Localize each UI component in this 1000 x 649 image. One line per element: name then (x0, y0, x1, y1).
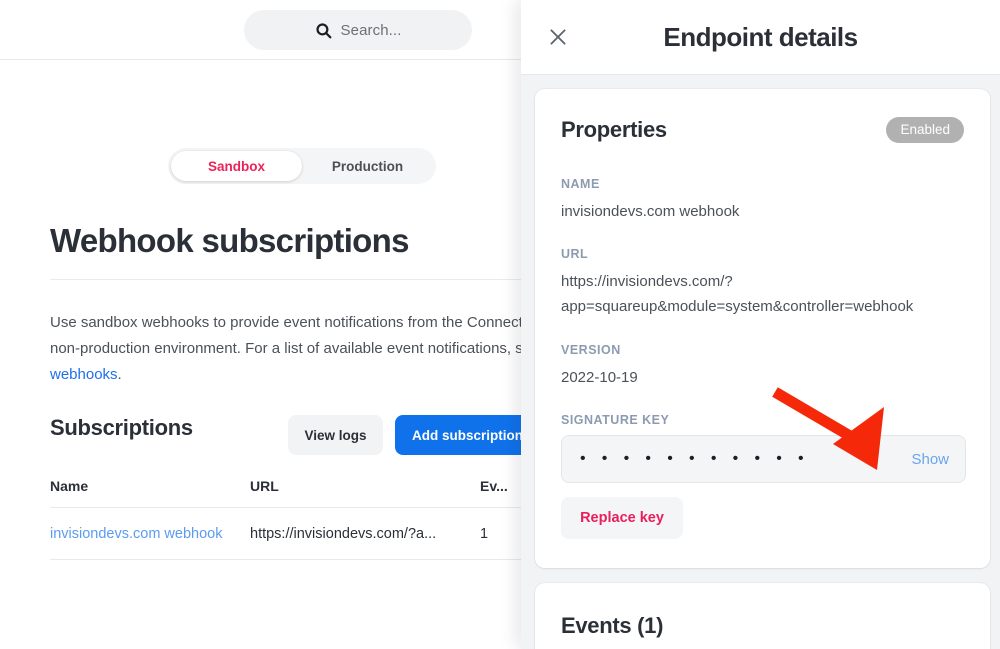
column-header-url: URL (250, 478, 279, 494)
replace-key-button[interactable]: Replace key (561, 497, 683, 539)
show-signature-key-button[interactable]: Show (911, 451, 949, 468)
field-value-version: 2022-10-19 (561, 369, 638, 386)
status-badge: Enabled (886, 117, 964, 143)
properties-header: Properties Enabled (561, 115, 964, 145)
endpoint-details-drawer: Endpoint details Properties Enabled NAME… (521, 0, 1000, 649)
properties-heading: Properties (561, 117, 667, 142)
field-label-version: VERSION (561, 343, 621, 357)
field-value-url-line2: app=squareup&module=system&controller=we… (561, 298, 914, 315)
drawer-header: Endpoint details (521, 0, 1000, 75)
drawer-title: Endpoint details (663, 21, 858, 52)
signature-key-masked-value: • • • • • • • • • • • (580, 450, 811, 467)
properties-card: Properties Enabled NAME invisiondevs.com… (535, 89, 990, 568)
view-logs-button[interactable]: View logs (288, 415, 383, 455)
row-name-link[interactable]: invisiondevs.com webhook (50, 526, 222, 542)
env-tab-sandbox[interactable]: Sandbox (171, 151, 302, 181)
field-label-url: URL (561, 247, 589, 261)
search-placeholder: Search... (340, 21, 402, 39)
events-heading: Events (1) (561, 613, 664, 638)
field-name: NAME invisiondevs.com webhook (561, 177, 966, 224)
field-url: URL https://invisiondevs.com/? app=squar… (561, 247, 966, 319)
close-icon[interactable] (543, 22, 573, 52)
events-card: Events (1) (535, 583, 990, 649)
signature-key-input[interactable]: • • • • • • • • • • • Show (561, 435, 966, 483)
column-header-name: Name (50, 478, 89, 494)
field-label-signature-key: SIGNATURE KEY (561, 413, 670, 427)
field-value-name: invisiondevs.com webhook (561, 203, 740, 220)
subscriptions-heading: Subscriptions (50, 415, 193, 440)
row-url: https://invisiondevs.com/?a... (250, 525, 437, 542)
screen: Search... Sandbox Production Webhook sub… (0, 0, 1000, 649)
field-value-url-line1: https://invisiondevs.com/? (561, 273, 733, 290)
field-version: VERSION 2022-10-19 (561, 343, 966, 390)
webhooks-link[interactable]: webhooks (50, 366, 118, 383)
field-label-name: NAME (561, 177, 600, 191)
field-signature-key: SIGNATURE KEY • • • • • • • • • • • Show (561, 413, 966, 483)
search-icon (315, 22, 332, 39)
search-input[interactable]: Search... (244, 10, 472, 50)
intro-text-before: Use sandbox webhooks to provide event no… (50, 314, 602, 357)
env-tab-production[interactable]: Production (302, 151, 433, 181)
intro-text-after: . (117, 366, 122, 383)
environment-toggle[interactable]: Sandbox Production (168, 148, 436, 184)
